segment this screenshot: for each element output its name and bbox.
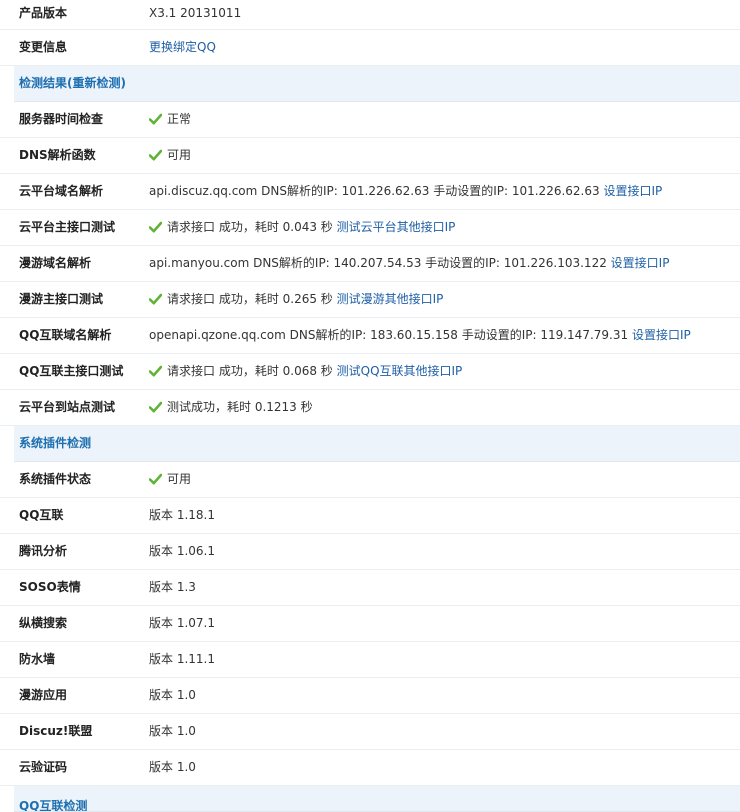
check-row: 纵横搜索 版本 1.07.1 [0, 606, 740, 642]
check-row: 云平台到站点测试 测试成功，耗时 0.1213 秒 [0, 390, 740, 426]
check-row: 漫游域名解析 api.manyou.com DNS解析的IP: 140.207.5… [0, 246, 740, 282]
check-row: 系统插件状态 可用 [0, 462, 740, 498]
action-link[interactable]: 设置接口IP [611, 256, 670, 270]
action-link[interactable]: 设置接口IP [603, 184, 662, 198]
row-label: 漫游主接口测试 [19, 292, 104, 306]
row-label: 云验证码 [19, 760, 68, 774]
check-row: QQ互联主接口测试 请求接口 成功，耗时 0.068 秒 测试QQ互联其他接口IP [0, 354, 740, 390]
check-row: Discuz!联盟 版本 1.0 [0, 714, 740, 750]
row-value: 版本 1.3 [149, 570, 196, 605]
value-text: 版本 1.18.1 [149, 508, 215, 522]
value-text: 版本 1.3 [149, 580, 196, 594]
check-row: 云平台域名解析 api.discuz.qq.com DNS解析的IP: 101.2… [0, 174, 740, 210]
row-label: 云平台域名解析 [19, 184, 104, 198]
row-value: 版本 1.11.1 [149, 642, 215, 677]
action-link[interactable]: 设置接口IP [632, 328, 691, 342]
row-label: DNS解析函数 [19, 148, 96, 162]
check-row: DNS解析函数 可用 [0, 138, 740, 174]
row-value: 版本 1.0 [149, 678, 196, 713]
row-value: 版本 1.0 [149, 714, 196, 749]
row-value: 版本 1.06.1 [149, 534, 215, 569]
row-label: 漫游应用 [19, 688, 68, 702]
check-row: 服务器时间检查 正常 [0, 102, 740, 138]
check-row: 防水墙 版本 1.11.1 [0, 642, 740, 678]
status-text: 测试成功，耗时 0.1213 秒 [167, 400, 313, 414]
row-value: openapi.qzone.qq.com DNS解析的IP: 183.60.15… [149, 318, 691, 353]
section-title: 系统插件检测 [19, 436, 92, 450]
row-label: 服务器时间检查 [19, 112, 104, 126]
row-label: Discuz!联盟 [19, 724, 93, 738]
status-text: 请求接口 成功，耗时 0.043 秒 [167, 220, 337, 234]
status-text: 可用 [167, 148, 192, 162]
row-value: 可用 [149, 462, 191, 497]
row-value: 请求接口 成功，耗时 0.043 秒 测试云平台其他接口IP [149, 210, 455, 245]
check-row: 云验证码 版本 1.0 [0, 750, 740, 786]
row-value: 请求接口 成功，耗时 0.265 秒 测试漫游其他接口IP [149, 282, 443, 317]
diagnostics-page: 产品版本 X3.1 20131011 变更信息 更换绑定QQ 检测结果(重新检测… [0, 0, 740, 812]
section-title[interactable]: 检测结果(重新检测) [19, 76, 126, 90]
row-label: 产品版本 [19, 6, 68, 20]
check-icon [149, 473, 162, 485]
status-text: 请求接口 成功，耗时 0.265 秒 [167, 292, 337, 306]
info-row-change: 变更信息 更换绑定QQ [0, 30, 740, 66]
row-label: 漫游域名解析 [19, 256, 92, 270]
value-text: 版本 1.0 [149, 760, 196, 774]
check-icon [149, 365, 162, 377]
check-row: 漫游主接口测试 请求接口 成功，耗时 0.265 秒 测试漫游其他接口IP [0, 282, 740, 318]
status-text: 正常 [167, 112, 192, 126]
status-text: 可用 [167, 472, 192, 486]
check-icon [149, 149, 162, 161]
change-qq-link[interactable]: 更换绑定QQ [149, 40, 216, 54]
section-header-plugins: 系统插件检测 [14, 426, 740, 462]
check-icon [149, 113, 162, 125]
row-label: 防水墙 [19, 652, 56, 666]
row-label: QQ互联 [19, 508, 64, 522]
row-value: api.discuz.qq.com DNS解析的IP: 101.226.62.6… [149, 174, 662, 209]
check-row: SOSO表情 版本 1.3 [0, 570, 740, 606]
check-icon [149, 401, 162, 413]
check-row: QQ互联 版本 1.18.1 [0, 498, 740, 534]
value-text: 版本 1.0 [149, 724, 196, 738]
row-label: QQ互联主接口测试 [19, 364, 124, 378]
row-label: QQ互联域名解析 [19, 328, 112, 342]
section-title: QQ互联检测 [19, 799, 88, 812]
value-text: 版本 1.07.1 [149, 616, 215, 630]
row-label: SOSO表情 [19, 580, 81, 594]
check-icon [149, 293, 162, 305]
info-row-version: 产品版本 X3.1 20131011 [0, 0, 740, 30]
row-value: 版本 1.07.1 [149, 606, 215, 641]
value-text: api.manyou.com DNS解析的IP: 140.207.54.53 手… [149, 256, 611, 270]
value-text: 版本 1.11.1 [149, 652, 215, 666]
row-value: 版本 1.18.1 [149, 498, 215, 533]
row-label: 云平台到站点测试 [19, 400, 116, 414]
row-value: 可用 [149, 138, 191, 173]
row-value: api.manyou.com DNS解析的IP: 140.207.54.53 手… [149, 246, 669, 281]
status-text: 请求接口 成功，耗时 0.068 秒 [167, 364, 337, 378]
row-label: 变更信息 [19, 40, 68, 54]
action-link[interactable]: 测试QQ互联其他接口IP [337, 364, 463, 378]
value-text: 版本 1.06.1 [149, 544, 215, 558]
action-link[interactable]: 测试云平台其他接口IP [337, 220, 456, 234]
check-icon [149, 221, 162, 233]
row-value: 版本 1.0 [149, 750, 196, 785]
check-row: 漫游应用 版本 1.0 [0, 678, 740, 714]
product-version-value: X3.1 20131011 [149, 6, 242, 20]
row-value: 正常 [149, 102, 191, 137]
check-row: QQ互联域名解析 openapi.qzone.qq.com DNS解析的IP: 1… [0, 318, 740, 354]
row-value: 测试成功，耗时 0.1213 秒 [149, 390, 313, 425]
section-header-check-results: 检测结果(重新检测) [14, 66, 740, 102]
row-value: 请求接口 成功，耗时 0.068 秒 测试QQ互联其他接口IP [149, 354, 462, 389]
value-text: openapi.qzone.qq.com DNS解析的IP: 183.60.15… [149, 328, 632, 342]
value-text: 版本 1.0 [149, 688, 196, 702]
row-label: 云平台主接口测试 [19, 220, 116, 234]
section-header-qq-connect: QQ互联检测 [14, 786, 740, 812]
check-row: 云平台主接口测试 请求接口 成功，耗时 0.043 秒 测试云平台其他接口IP [0, 210, 740, 246]
row-label: 腾讯分析 [19, 544, 68, 558]
check-row: 腾讯分析 版本 1.06.1 [0, 534, 740, 570]
action-link[interactable]: 测试漫游其他接口IP [337, 292, 444, 306]
row-label: 纵横搜索 [19, 616, 68, 630]
value-text: api.discuz.qq.com DNS解析的IP: 101.226.62.6… [149, 184, 604, 198]
row-label: 系统插件状态 [19, 472, 92, 486]
